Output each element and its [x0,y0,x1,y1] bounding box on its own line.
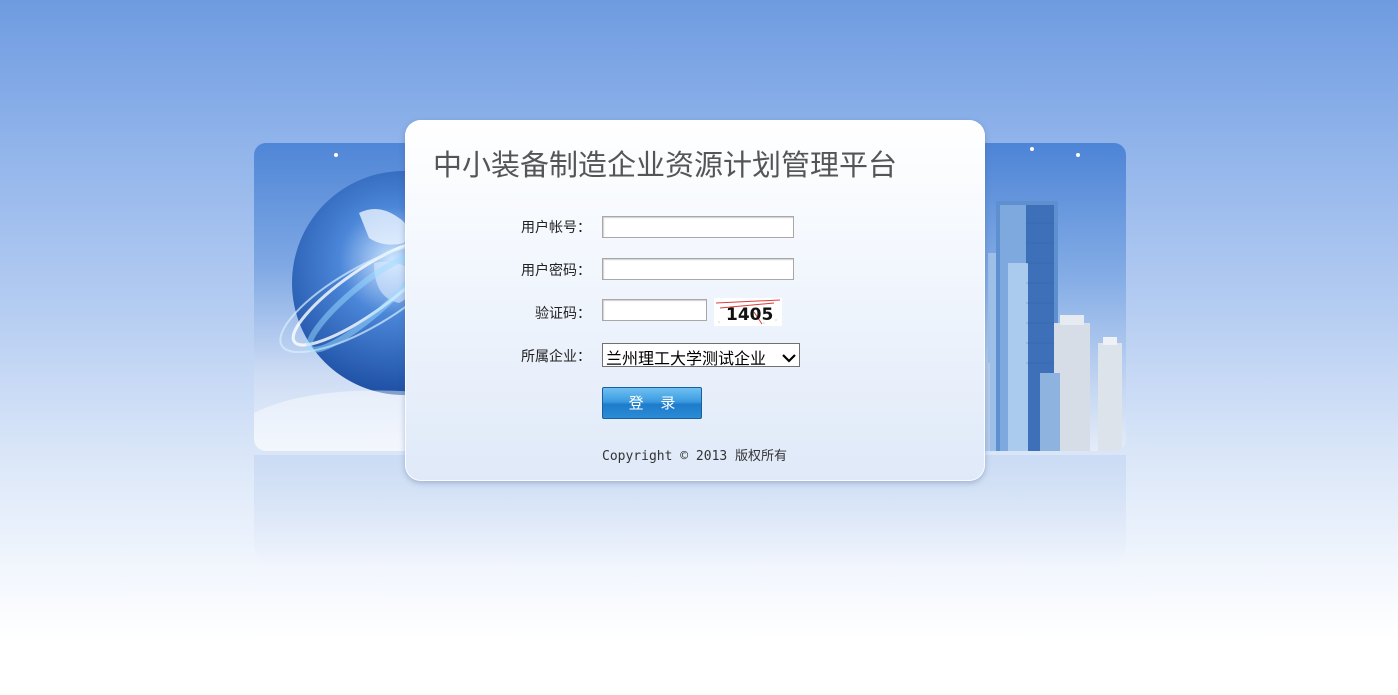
company-selected-value: 兰州理工大学测试企业 [606,349,767,368]
chevron-down-icon [782,349,796,363]
password-label: 用户密码： [521,263,591,279]
login-panel: 中小装备制造企业资源计划管理平台 用户帐号： 用户密码： 验证码： 1405 所… [405,120,985,481]
username-input[interactable] [602,216,794,238]
captcha-label: 验证码： [535,306,591,322]
username-label: 用户帐号： [521,220,591,236]
password-input[interactable] [602,258,794,280]
captcha-input[interactable] [602,299,707,321]
captcha-code-text: 1405 [726,305,773,325]
login-button[interactable]: 登 录 [602,387,702,419]
company-select[interactable]: 兰州理工大学测试企业 [602,343,800,368]
copyright-text: Copyright © 2013 版权所有 [602,449,788,464]
page-title: 中小装备制造企业资源计划管理平台 [433,148,898,182]
captcha-image[interactable]: 1405 [714,298,782,326]
company-label: 所属企业： [521,349,591,365]
